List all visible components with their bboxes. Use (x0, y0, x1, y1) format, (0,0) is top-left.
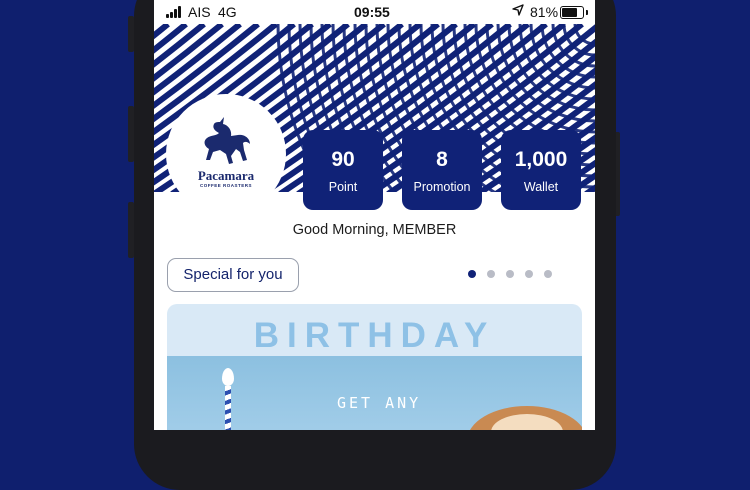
carrier-name: AIS (188, 4, 211, 20)
location-arrow-icon (512, 4, 524, 16)
greeting-text: Good Morning, MEMBER (292, 222, 457, 238)
network-type: 4G (218, 4, 237, 20)
promo-banner[interactable]: BIRTHDAY SPECIAL GET ANY (167, 304, 582, 430)
brand-subtitle: COFFEE ROASTERS (199, 183, 252, 188)
carousel-dot[interactable] (468, 270, 476, 278)
wallet-label: Wallet (523, 180, 559, 194)
brand-logo: Pacamara COFFEE ROASTERS (168, 96, 284, 212)
carousel-dot[interactable] (544, 270, 552, 278)
unicorn-logo-icon (204, 117, 250, 164)
promotion-value: 8 (436, 148, 448, 171)
points-card[interactable]: 90 Point (303, 130, 383, 210)
promotion-label: Promotion (413, 180, 471, 194)
points-label: Point (328, 180, 358, 194)
brand-name: Pacamara (197, 168, 255, 183)
status-bar: AIS 4G 09:55 81% (154, 0, 595, 24)
carousel-dot[interactable] (525, 270, 533, 278)
promo-subtitle: GET ANY (337, 394, 422, 412)
candle-flame-icon (222, 368, 234, 386)
points-value: 90 (331, 148, 355, 171)
wallet-value: 1,000 (514, 148, 568, 171)
promotion-card[interactable]: 8 Promotion (402, 130, 482, 210)
status-time: 09:55 (354, 4, 390, 20)
carousel-dot[interactable] (506, 270, 514, 278)
app-screen: AIS 4G 09:55 81% Pacamara COFFEE ROASTER… (154, 0, 595, 430)
wallet-card[interactable]: 1,000 Wallet (501, 130, 581, 210)
battery-icon (560, 6, 588, 19)
birthday-candle-icon (225, 386, 231, 430)
carousel-dot[interactable] (487, 270, 495, 278)
special-for-you-button[interactable]: Special for you (167, 258, 299, 292)
battery-fill (562, 8, 577, 17)
battery-percentage: 81% (530, 4, 559, 20)
signal-icon (166, 6, 184, 18)
